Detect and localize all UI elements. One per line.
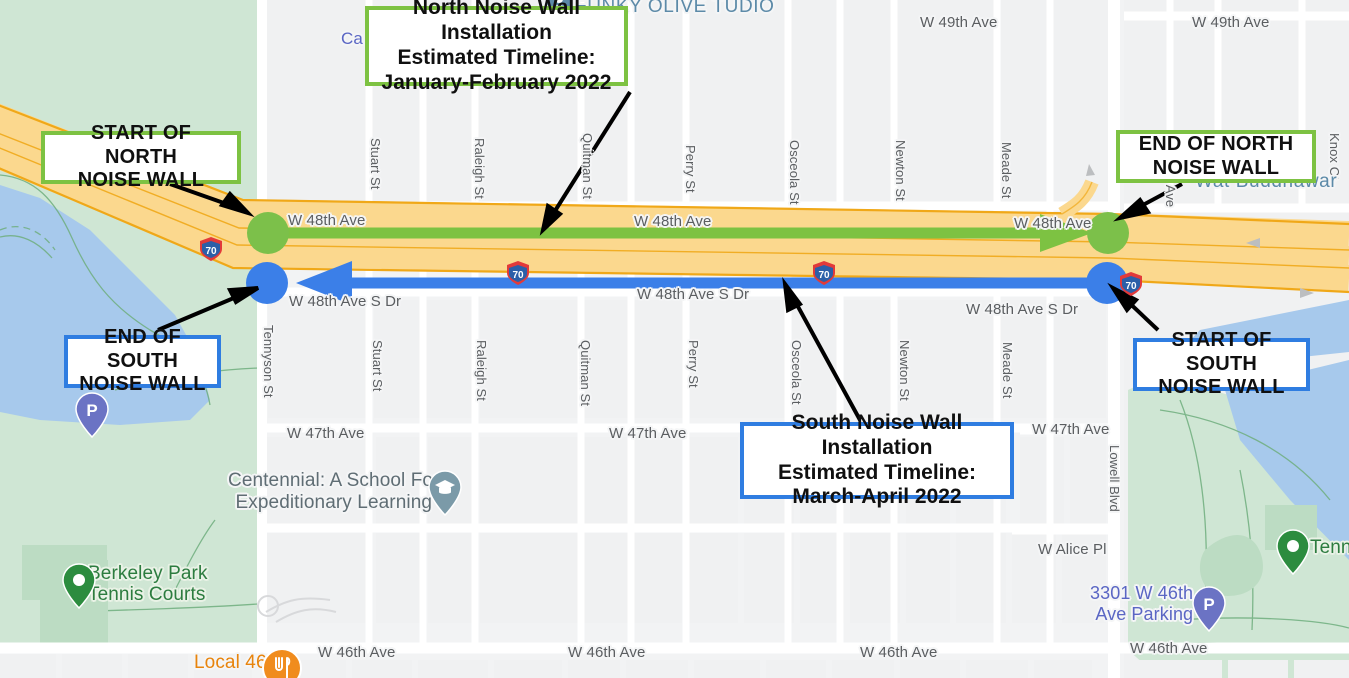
callout-start-of-south-noise-wall: START OF SOUTH NOISE WALL: [1133, 329, 1310, 398]
poi-label-0: Berkeley Park Tennis Courts: [88, 563, 208, 605]
callout-end-of-south-noise-wall: END OF SOUTH NOISE WALL: [64, 326, 221, 395]
street-label-vertical-18: Lowell Blvd: [1107, 445, 1122, 512]
street-label-horizontal-14: W 46th Ave: [860, 644, 938, 661]
poi-label-7: Ca: [341, 29, 363, 48]
street-label-vertical-6: Meade St: [999, 142, 1014, 199]
street-label-vertical-9: Knox Ct: [1327, 133, 1342, 180]
street-label-horizontal-1: W 49th Ave: [1192, 14, 1270, 31]
street-label-horizontal-8: W 47th Ave: [287, 425, 365, 442]
street-label-vertical-14: Perry St: [686, 340, 701, 388]
street-label-vertical-17: Meade St: [1000, 342, 1015, 399]
street-label-vertical-12: Raleigh St: [474, 340, 489, 401]
street-label-vertical-16: Newton St: [897, 340, 912, 401]
street-label-horizontal-6: W 48th Ave S Dr: [637, 286, 750, 303]
street-label-vertical-15: Osceola St: [789, 340, 804, 405]
street-label-vertical-11: Stuart St: [370, 340, 385, 392]
street-label-vertical-13: Quitman St: [578, 340, 593, 407]
callout-start-of-north-noise-wall: START OF NORTH NOISE WALL: [41, 122, 241, 191]
callout-south-timeline: South Noise Wall Installation Estimated …: [740, 411, 1014, 508]
street-label-vertical-5: Newton St: [893, 140, 908, 201]
poi-label-3: Local 46: [194, 652, 267, 673]
street-label-horizontal-13: W 46th Ave: [568, 644, 646, 661]
street-label-horizontal-0: W 49th Ave: [920, 14, 998, 31]
street-label-horizontal-12: W 46th Ave: [318, 644, 396, 661]
street-label-horizontal-3: W 48th Ave: [634, 213, 712, 230]
street-label-vertical-4: Osceola St: [787, 140, 802, 205]
street-label-horizontal-2: W 48th Ave: [288, 212, 366, 229]
street-label-horizontal-5: W 48th Ave S Dr: [289, 293, 402, 310]
street-label-vertical-10: Tennyson St: [261, 325, 276, 398]
callout-end-of-north-noise-wall: END OF NORTH NOISE WALL: [1116, 130, 1316, 183]
poi-label-2: 3301 W 46th Ave Parking: [1090, 583, 1194, 624]
street-label-horizontal-7: W 48th Ave S Dr: [966, 301, 1079, 318]
street-label-vertical-0: Stuart St: [368, 138, 383, 190]
callout-north-timeline: North Noise Wall Installation Estimated …: [365, 0, 628, 94]
street-label-vertical-3: Perry St: [683, 145, 698, 193]
street-label-horizontal-4: W 48th Ave: [1014, 215, 1092, 232]
poi-label-4: Tenni: [1310, 537, 1349, 558]
noise-wall-project-map: W 49th Ave W 49th Ave W 48th Ave W 48th Ave…: [0, 0, 1349, 678]
street-label-horizontal-15: W 46th Ave: [1130, 640, 1208, 657]
street-label-horizontal-9: W 47th Ave: [609, 425, 687, 442]
street-label-horizontal-11: W Alice Pl: [1038, 541, 1107, 558]
street-label-vertical-1: Raleigh St: [472, 138, 487, 199]
street-label-horizontal-10: W 47th Ave: [1032, 421, 1110, 438]
poi-label-1: Centennial: A School For Expeditionary L…: [228, 470, 440, 513]
street-label-vertical-2: Quitman St: [580, 133, 595, 200]
